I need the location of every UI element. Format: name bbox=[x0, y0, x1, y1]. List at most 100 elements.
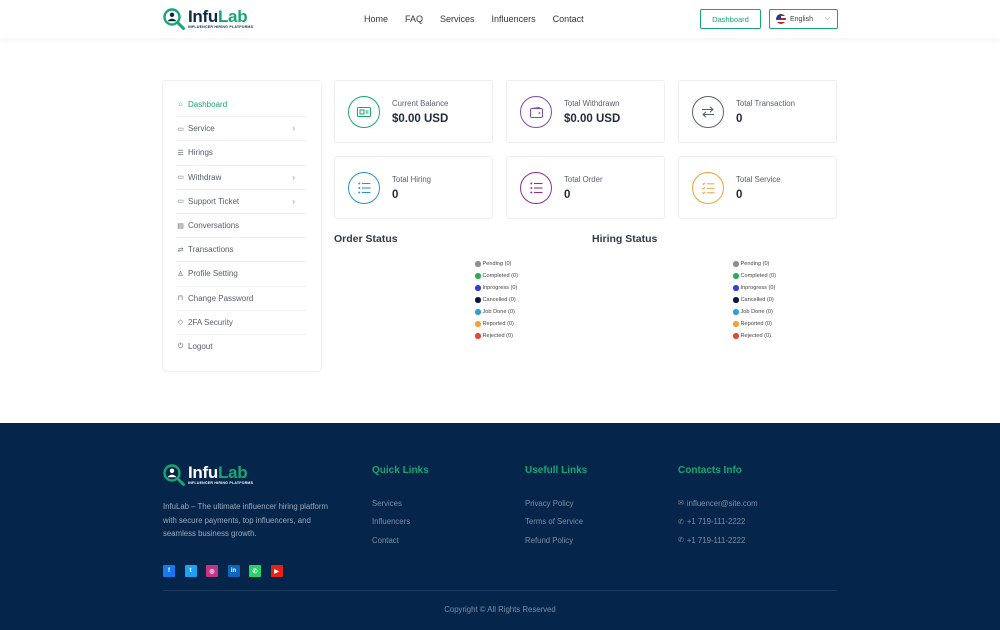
footer-link-privacy[interactable]: Privacy Policy bbox=[525, 494, 587, 513]
footer-logo[interactable]: InfuLab INFLUENCER HIRING PLATFORMS bbox=[163, 464, 253, 486]
facebook-icon[interactable]: f bbox=[163, 565, 175, 577]
nav-faq[interactable]: FAQ bbox=[405, 14, 423, 24]
dashboard-button[interactable]: Dashboard bbox=[700, 9, 761, 29]
legend-label: Reported (0) bbox=[482, 321, 514, 327]
chevron-right-icon: › bbox=[292, 172, 295, 182]
language-label: English bbox=[790, 15, 813, 23]
stat-card-total-withdrawn: Total Withdrawn $0.00 USD bbox=[506, 80, 665, 143]
chevron-right-icon: › bbox=[292, 124, 295, 134]
dashboard-sidebar: ⌂ Dashboard ▭ Service › ☰ Hirings ▭ With… bbox=[162, 80, 322, 372]
whatsapp-icon[interactable]: ✆ bbox=[249, 565, 261, 577]
footer-link-services[interactable]: Services bbox=[372, 494, 429, 513]
sidebar-item-support-ticket[interactable]: ▭ Support Ticket › bbox=[176, 190, 307, 214]
sidebar-item-dashboard[interactable]: ⌂ Dashboard bbox=[176, 93, 307, 118]
stat-card-total-order: Total Order 0 bbox=[506, 156, 665, 219]
footer-heading: Quick Links bbox=[372, 465, 429, 476]
logo-name: InfuLab bbox=[188, 6, 248, 26]
envelope-icon: ✉ bbox=[678, 500, 684, 508]
nav-services[interactable]: Services bbox=[440, 14, 475, 24]
linkedin-icon[interactable]: in bbox=[227, 565, 240, 577]
sidebar-item-2fa-security[interactable]: ◇ 2FA Security bbox=[176, 311, 307, 335]
instagram-icon[interactable]: ◎ bbox=[206, 565, 218, 577]
legend-item[interactable]: Reported (0) bbox=[733, 318, 776, 330]
footer-heading: Usefull Links bbox=[525, 465, 588, 476]
sidebar-item-hirings[interactable]: ☰ Hirings bbox=[176, 141, 307, 166]
legend-label: Inprogress (0) bbox=[482, 285, 518, 291]
sidebar-item-label: Withdraw bbox=[188, 172, 222, 182]
main-nav: Home FAQ Services Influencers Contact bbox=[364, 14, 601, 24]
phone-icon: ✆ bbox=[678, 537, 684, 545]
stat-card-total-hiring: Total Hiring 0 bbox=[334, 156, 493, 219]
legend-item[interactable]: Pending (0) bbox=[733, 258, 776, 270]
order-status-legend: Pending (0) Completed (0) Inprogress (0)… bbox=[475, 258, 518, 342]
legend-item[interactable]: Inprogress (0) bbox=[475, 282, 518, 294]
checklist-icon bbox=[692, 172, 724, 204]
legend-dot bbox=[733, 297, 739, 303]
sidebar-item-conversations[interactable]: ▤ Conversations bbox=[176, 214, 307, 239]
legend-item[interactable]: Reported (0) bbox=[475, 318, 518, 330]
legend-dot bbox=[733, 273, 739, 279]
site-logo[interactable]: InfuLab INFLUENCER HIRING PLATFORMS bbox=[163, 8, 253, 30]
footer-link-terms[interactable]: Terms of Service bbox=[525, 513, 587, 532]
footer-phone[interactable]: ✆ +1 719-111-2222 bbox=[678, 513, 758, 532]
legend-dot bbox=[475, 309, 481, 315]
nav-influencers[interactable]: Influencers bbox=[492, 14, 536, 24]
footer-email[interactable]: ✉ influencer@site.com bbox=[678, 494, 758, 513]
legend-item[interactable]: Completed (0) bbox=[475, 270, 518, 282]
lock-icon: ⊓ bbox=[177, 295, 184, 303]
legend-label: Pending (0) bbox=[482, 261, 512, 267]
home-icon: ⌂ bbox=[178, 101, 183, 109]
legend-item[interactable]: Cancelled (0) bbox=[733, 294, 776, 306]
legend-item[interactable]: Rejected (0) bbox=[475, 330, 518, 342]
chat-icon: ▤ bbox=[177, 222, 184, 230]
legend-item[interactable]: Completed (0) bbox=[733, 270, 776, 282]
sidebar-item-label: Hirings bbox=[188, 148, 213, 158]
footer-heading: Contacts Info bbox=[678, 465, 742, 476]
footer-phone[interactable]: ✆ +1 719-111-2222 bbox=[678, 531, 758, 550]
wallet-icon: ▭ bbox=[177, 174, 184, 182]
language-select[interactable]: English ⌵ bbox=[769, 9, 838, 29]
box-icon: ▭ bbox=[177, 125, 184, 133]
social-links: f t ◎ in ✆ ▶ bbox=[163, 565, 292, 577]
youtube-icon[interactable]: ▶ bbox=[270, 565, 283, 577]
footer-divider bbox=[163, 590, 837, 591]
legend-dot bbox=[733, 285, 739, 291]
legend-label: Reported (0) bbox=[740, 321, 772, 327]
sidebar-item-profile-setting[interactable]: ♙ Profile Setting bbox=[176, 262, 307, 287]
footer-link-influencers[interactable]: Influencers bbox=[372, 513, 429, 532]
sidebar-item-change-password[interactable]: ⊓ Change Password bbox=[176, 287, 307, 311]
legend-label: Rejected (0) bbox=[740, 333, 771, 339]
list-icon bbox=[520, 172, 552, 204]
stat-label: Total Order bbox=[564, 175, 603, 184]
stat-label: Total Withdrawn bbox=[564, 99, 620, 108]
legend-item[interactable]: Pending (0) bbox=[475, 258, 518, 270]
wallet-icon bbox=[520, 96, 552, 128]
legend-item[interactable]: Rejected (0) bbox=[733, 330, 776, 342]
nav-home[interactable]: Home bbox=[364, 14, 388, 24]
legend-item[interactable]: Cancelled (0) bbox=[475, 294, 518, 306]
legend-item[interactable]: Job Done (0) bbox=[475, 306, 518, 318]
footer-link-contact[interactable]: Contact bbox=[372, 531, 429, 550]
hiring-status-legend: Pending (0) Completed (0) Inprogress (0)… bbox=[733, 258, 776, 342]
footer-link-refund[interactable]: Refund Policy bbox=[525, 531, 587, 550]
sidebar-item-withdraw[interactable]: ▭ Withdraw › bbox=[176, 166, 307, 190]
sidebar-item-transactions[interactable]: ⇄ Transactions bbox=[176, 238, 307, 263]
stat-label: Current Balance bbox=[392, 99, 449, 108]
footer-contacts: Contacts Info ✉ influencer@site.com ✆ +1 7… bbox=[678, 465, 758, 550]
list-icon: ☰ bbox=[177, 149, 184, 157]
legend-item[interactable]: Inprogress (0) bbox=[733, 282, 776, 294]
sidebar-item-label: Conversations bbox=[188, 221, 240, 231]
legend-dot bbox=[475, 333, 481, 339]
logo-name: InfuLab bbox=[188, 462, 248, 482]
sidebar-item-service[interactable]: ▭ Service › bbox=[176, 117, 307, 142]
legend-item[interactable]: Job Done (0) bbox=[733, 306, 776, 318]
phone-text: +1 719-111-2222 bbox=[686, 535, 746, 545]
logo-tagline: INFLUENCER HIRING PLATFORMS bbox=[188, 480, 254, 485]
sidebar-item-logout[interactable]: ⏻ Logout bbox=[176, 335, 307, 359]
legend-label: Completed (0) bbox=[482, 273, 518, 279]
twitter-icon[interactable]: t bbox=[184, 565, 197, 577]
copyright-text: Copyright © All Rights Reserved bbox=[444, 605, 556, 614]
nav-contact[interactable]: Contact bbox=[553, 14, 584, 24]
hiring-status-title: Hiring Status bbox=[592, 233, 658, 245]
legend-label: Cancelled (0) bbox=[740, 297, 774, 303]
